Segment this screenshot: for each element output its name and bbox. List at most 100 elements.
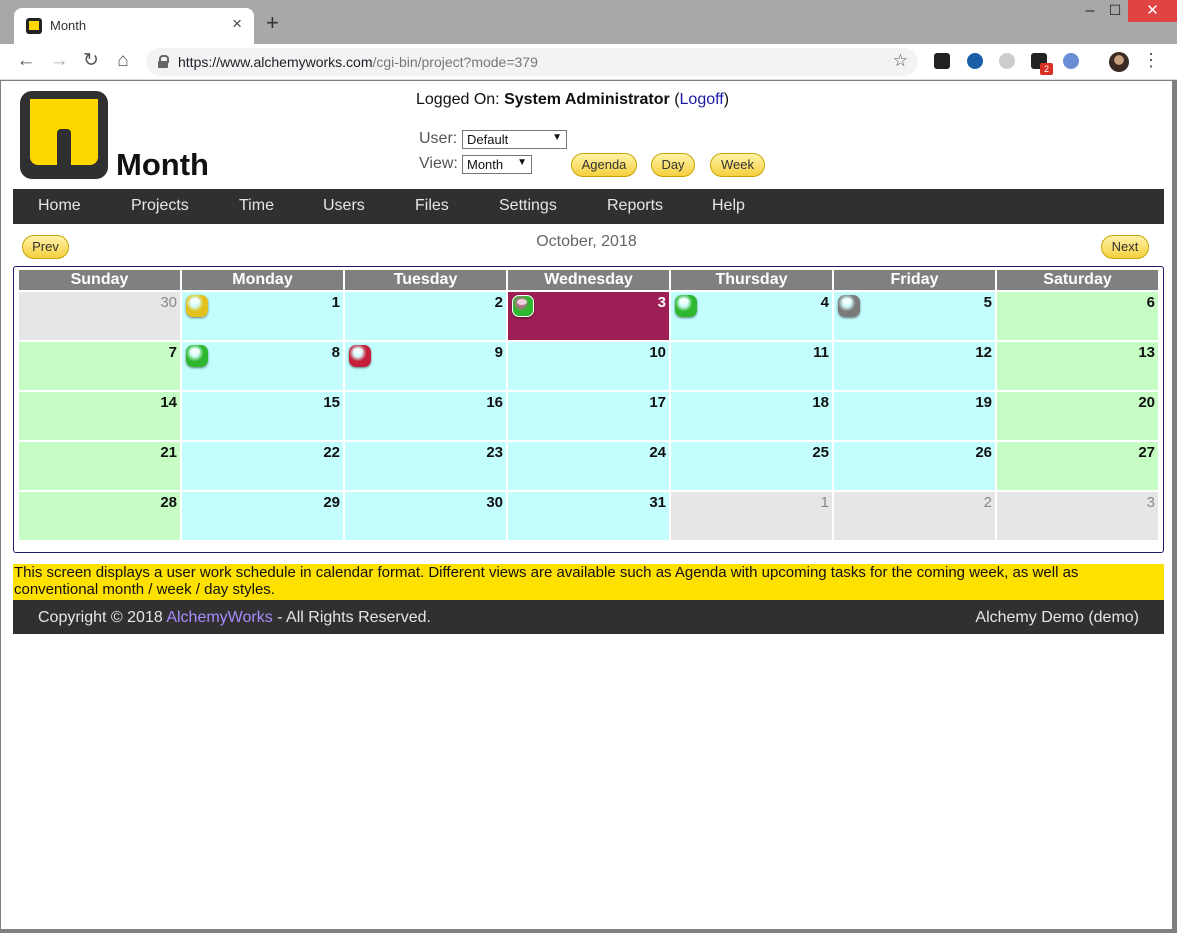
logoff-link[interactable]: Logoff: [680, 91, 724, 108]
maximize-icon[interactable]: ☐: [1103, 2, 1127, 24]
green-status-gem-icon[interactable]: [675, 295, 697, 317]
calendar-day-cell[interactable]: 1: [671, 490, 832, 540]
bookmark-star-icon[interactable]: ☆: [893, 51, 908, 71]
calendar-day-cell[interactable]: 15: [182, 390, 343, 440]
calendar-day-cell[interactable]: 30: [19, 290, 180, 340]
day-button[interactable]: Day: [651, 153, 695, 177]
user-label: User:: [419, 130, 458, 147]
yellow-status-gem-icon[interactable]: [186, 295, 208, 317]
calendar-day-cell[interactable]: 2: [345, 290, 506, 340]
view-select[interactable]: Month ▼: [462, 155, 532, 174]
calendar-day-cell[interactable]: 4: [671, 290, 832, 340]
gray-status-gem-icon[interactable]: [838, 295, 860, 317]
red-status-gem-icon[interactable]: [349, 345, 371, 367]
agenda-button[interactable]: Agenda: [571, 153, 637, 177]
nav-time[interactable]: Time: [239, 197, 274, 215]
footer: Copyright © 2018 AlchemyWorks - All Righ…: [13, 600, 1164, 634]
day-number: 3: [657, 294, 666, 311]
day-number: 29: [323, 494, 340, 511]
calendar-day-cell[interactable]: 28: [19, 490, 180, 540]
calendar-day-cell[interactable]: 29: [182, 490, 343, 540]
close-tab-icon[interactable]: ×: [232, 15, 242, 32]
window-close-icon[interactable]: ✕: [1128, 0, 1177, 22]
extension-gray-icon[interactable]: [999, 53, 1015, 69]
calendar-day-cell[interactable]: 19: [834, 390, 995, 440]
day-number: 1: [331, 294, 340, 311]
day-number: 18: [812, 394, 829, 411]
extension-globe-icon[interactable]: [1063, 53, 1079, 69]
day-number: 24: [649, 444, 666, 461]
calendar-day-cell[interactable]: 6: [997, 290, 1158, 340]
calendar-day-cell[interactable]: 5: [834, 290, 995, 340]
nav-files[interactable]: Files: [415, 197, 449, 215]
new-tab-icon[interactable]: +: [266, 12, 279, 34]
tab-title: Month: [50, 18, 87, 33]
extension-blackberry-icon[interactable]: [934, 53, 950, 69]
day-number: 16: [486, 394, 503, 411]
calendar-day-cell[interactable]: 10: [508, 340, 669, 390]
browser-menu-icon[interactable]: ⋮: [1142, 50, 1160, 71]
nav-home[interactable]: Home: [38, 197, 81, 215]
browser-toolbar: ← → ↻ ⌂ https://www.alchemyworks.com/cgi…: [0, 44, 1177, 80]
calendar-day-cell[interactable]: 31: [508, 490, 669, 540]
calendar-day-cell[interactable]: 24: [508, 440, 669, 490]
forward-icon[interactable]: →: [47, 50, 71, 72]
back-icon[interactable]: ←: [14, 50, 38, 72]
calendar-day-cell[interactable]: 21: [19, 440, 180, 490]
calendar-day-cell[interactable]: 16: [345, 390, 506, 440]
next-button[interactable]: Next: [1101, 235, 1149, 259]
profile-avatar[interactable]: [1109, 52, 1129, 72]
day-number: 7: [168, 344, 177, 361]
calendar-day-cell[interactable]: 7: [19, 340, 180, 390]
calendar-day-cell[interactable]: 17: [508, 390, 669, 440]
calendar-day-cell[interactable]: 26: [834, 440, 995, 490]
user-select[interactable]: Default ▼: [462, 130, 567, 149]
calendar-day-cell[interactable]: 20: [997, 390, 1158, 440]
day-number: 26: [975, 444, 992, 461]
instance-label: Alchemy Demo (demo): [975, 609, 1139, 626]
day-number: 17: [649, 394, 666, 411]
reload-icon[interactable]: ↻: [79, 50, 103, 72]
calendar-day-cell[interactable]: 3: [508, 290, 669, 340]
day-number: 2: [494, 294, 503, 311]
calendar-week-row: 30 1 2 3 4 5 6: [19, 290, 1158, 340]
calendar-day-cell[interactable]: 13: [997, 340, 1158, 390]
nav-help[interactable]: Help: [712, 197, 745, 215]
nav-users[interactable]: Users: [323, 197, 365, 215]
calendar-day-cell[interactable]: 9: [345, 340, 506, 390]
day-number: 25: [812, 444, 829, 461]
favicon-icon: [26, 18, 42, 34]
calendar-day-cell[interactable]: 22: [182, 440, 343, 490]
extension-blue-icon[interactable]: [967, 53, 983, 69]
calendar-day-cell[interactable]: 18: [671, 390, 832, 440]
nav-settings[interactable]: Settings: [499, 197, 557, 215]
home-icon[interactable]: ⌂: [111, 50, 135, 72]
user-name: System Administrator: [504, 91, 670, 108]
nav-reports[interactable]: Reports: [607, 197, 663, 215]
day-number: 22: [323, 444, 340, 461]
calendar-day-cell[interactable]: 2: [834, 490, 995, 540]
calendar-day-cell[interactable]: 23: [345, 440, 506, 490]
calendar-day-cell[interactable]: 11: [671, 340, 832, 390]
company-link[interactable]: AlchemyWorks: [166, 609, 272, 626]
week-button[interactable]: Week: [710, 153, 765, 177]
nav-projects[interactable]: Projects: [131, 197, 189, 215]
calendar-day-cell[interactable]: 3: [997, 490, 1158, 540]
calendar-day-cell[interactable]: 1: [182, 290, 343, 340]
calendar-day-cell[interactable]: 27: [997, 440, 1158, 490]
day-number: 13: [1138, 344, 1155, 361]
calendar-day-cell[interactable]: 25: [671, 440, 832, 490]
green-status-gem-icon[interactable]: [512, 295, 534, 317]
address-bar[interactable]: https://www.alchemyworks.com/cgi-bin/pro…: [146, 48, 918, 76]
calendar-day-cell[interactable]: 12: [834, 340, 995, 390]
day-number: 8: [331, 344, 340, 361]
browser-tab[interactable]: Month ×: [14, 8, 254, 44]
calendar-day-cell[interactable]: 30: [345, 490, 506, 540]
day-number: 9: [494, 344, 503, 361]
calendar-day-cell[interactable]: 14: [19, 390, 180, 440]
minimize-icon[interactable]: –: [1078, 2, 1102, 24]
chevron-down-icon: ▼: [517, 157, 527, 168]
day-number: 10: [649, 344, 666, 361]
green-status-gem-icon[interactable]: [186, 345, 208, 367]
calendar-day-cell[interactable]: 8: [182, 340, 343, 390]
